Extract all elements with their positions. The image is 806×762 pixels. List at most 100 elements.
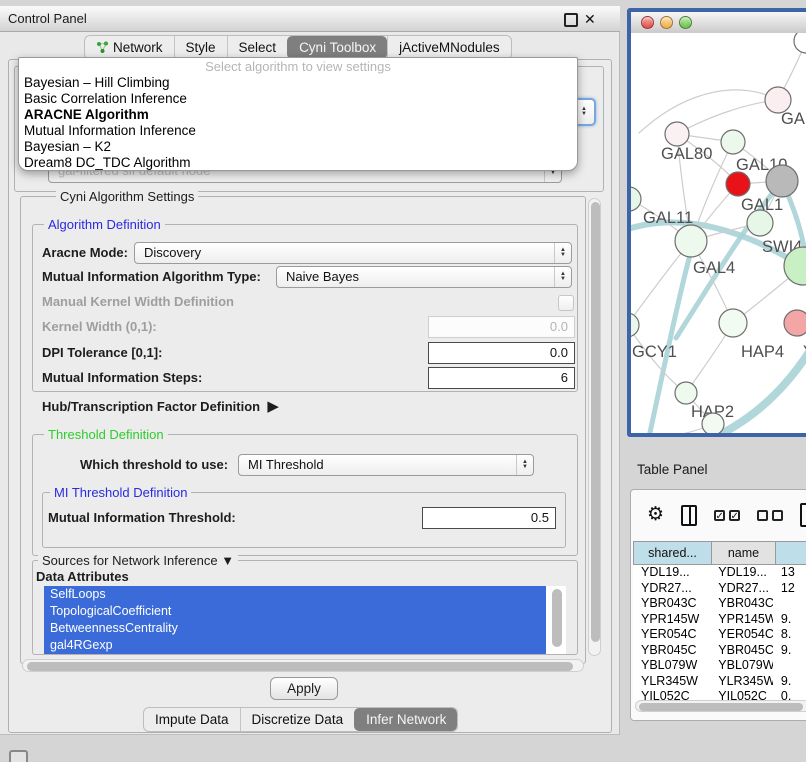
network-node-y[interactable] <box>784 310 806 336</box>
window-title: Control Panel <box>8 6 87 32</box>
tab-discretize-data[interactable]: Discretize Data <box>240 708 355 731</box>
network-node-swi4[interactable] <box>747 210 773 236</box>
tab-label: Impute Data <box>155 709 229 731</box>
mi-type-value: Naive Bayes <box>277 267 359 287</box>
mi-threshold-field[interactable]: 0.5 <box>422 507 556 529</box>
algorithm-option[interactable]: Mutual Information Inference <box>19 123 577 139</box>
network-node-gal4[interactable] <box>675 225 707 257</box>
table-cell: YBL079W <box>710 658 773 674</box>
algorithm-option[interactable]: Bayesian – K2 <box>19 139 577 155</box>
table-cell: YBR043C <box>710 596 773 612</box>
algorithm-option[interactable]: Bayesian – Hill Climbing <box>19 75 577 91</box>
table-row[interactable]: YDL19...YDL19...13 <box>633 565 806 581</box>
arrow-right-icon: ▶ <box>267 398 279 415</box>
attributes-scrollbar[interactable] <box>552 589 562 647</box>
network-node[interactable] <box>702 413 724 435</box>
tab-impute-data[interactable]: Impute Data <box>144 708 240 731</box>
dpi-tolerance-field[interactable]: 0.0 <box>428 342 575 364</box>
aracne-mode-label: Aracne Mode: <box>42 242 128 264</box>
network-edge <box>649 243 693 437</box>
control-panel-titlebar[interactable] <box>0 6 620 32</box>
clear-all-checks-icon[interactable] <box>757 510 783 521</box>
network-node[interactable] <box>794 33 806 53</box>
table-cell: YER054C <box>710 627 773 643</box>
dropdown-prompt: Select algorithm to view settings <box>19 58 577 75</box>
attribute-list-item[interactable]: TopologicalCoefficient <box>44 603 546 620</box>
mi-type-combo[interactable]: Naive Bayes ▲▼ <box>276 266 572 288</box>
minimized-window-icon[interactable] <box>9 750 28 762</box>
hub-definition-toggle[interactable]: Hub/Transcription Factor Definition ▶ <box>42 396 279 418</box>
settings-vscrollbar-track[interactable] <box>588 198 601 656</box>
network-canvas[interactable]: GALGAL80GAL10GAL1SWI4GAL11GAL4GCY1HAP4YH… <box>631 33 806 433</box>
table-cell: 9. <box>773 674 806 690</box>
network-node-gcy1[interactable] <box>631 313 639 337</box>
network-node-hap4[interactable] <box>719 309 747 337</box>
table-row[interactable]: YBR043CYBR043C <box>633 596 806 612</box>
manual-kernel-label: Manual Kernel Width Definition <box>42 291 234 313</box>
node-label: GAL80 <box>661 145 712 163</box>
select-all-checks-icon[interactable]: ✓✓ <box>714 510 740 521</box>
close-traffic-light-icon[interactable] <box>641 16 654 29</box>
table-row[interactable]: YER054CYER054C8. <box>633 627 806 643</box>
gear-icon[interactable]: ⚙ <box>647 504 664 526</box>
table-row[interactable]: YBL079WYBL079W <box>633 658 806 674</box>
tab-style[interactable]: Style <box>174 36 227 59</box>
settings-vscrollbar-thumb[interactable] <box>591 202 600 642</box>
kernel-width-label: Kernel Width (0,1): <box>42 316 157 338</box>
table-cell: YDL19... <box>710 565 773 581</box>
mi-steps-field[interactable]: 6 <box>428 367 575 389</box>
settings-hscrollbar-thumb[interactable] <box>27 662 573 671</box>
close-icon[interactable]: ✕ <box>584 9 596 29</box>
table-row[interactable]: YLR345WYLR345W9. <box>633 674 806 690</box>
network-node-gal10[interactable] <box>721 130 745 154</box>
table-cell: YBR045C <box>633 643 710 659</box>
tab-network[interactable]: Network <box>85 36 174 59</box>
network-edge <box>631 424 713 437</box>
tab-jactivemnodules[interactable]: jActiveMNodules <box>387 36 511 59</box>
algorithm-option[interactable]: Basic Correlation Inference <box>19 91 577 107</box>
columns-icon[interactable] <box>681 505 696 526</box>
kernel-width-field[interactable]: 0.0 <box>428 316 575 338</box>
manual-kernel-checkbox[interactable] <box>558 295 574 311</box>
column-header[interactable]: shared... <box>633 541 712 565</box>
sources-legend[interactable]: Sources for Network Inference ▼ <box>38 553 238 568</box>
which-threshold-combo[interactable]: MI Threshold ▲▼ <box>238 454 534 476</box>
aracne-mode-combo[interactable]: Discovery ▲▼ <box>134 242 572 264</box>
attribute-list-item[interactable]: SelfLoops <box>44 586 546 603</box>
network-window-titlebar[interactable] <box>631 12 806 34</box>
table-cell: YLR345W <box>633 674 710 690</box>
table-row[interactable]: YPR145WYPR145W9. <box>633 612 806 628</box>
column-header[interactable]: name <box>712 541 776 565</box>
table-cell: 12 <box>773 581 806 597</box>
algorithm-option[interactable]: ARACNE Algorithm <box>19 107 577 123</box>
data-attributes-label: Data Attributes <box>36 568 129 586</box>
network-icon <box>96 41 109 54</box>
tab-infer-network[interactable]: Infer Network <box>354 708 457 731</box>
attribute-list-item[interactable]: gal4RGexp <box>44 637 546 654</box>
algorithm-option[interactable]: Dream8 DC_TDC Algorithm <box>19 155 577 171</box>
network-node[interactable] <box>766 165 798 197</box>
network-node-hap2[interactable] <box>675 382 697 404</box>
attribute-list-item[interactable]: BetweennessCentrality <box>44 620 546 637</box>
mi-steps-label: Mutual Information Steps: <box>42 367 202 389</box>
float-window-icon[interactable] <box>564 13 578 27</box>
table-panel-window: ⚙ ✓✓ shared...name YDL19...YDL19...13YDR… <box>630 489 806 721</box>
data-attributes-list: SelfLoopsTopologicalCoefficientBetweenne… <box>44 586 566 654</box>
tab-cyni-toolbox[interactable]: Cyni Toolbox <box>287 36 387 59</box>
column-header[interactable] <box>776 541 806 565</box>
table-hscrollbar-track[interactable] <box>635 700 806 712</box>
table-row[interactable]: YDR27...YDR27...12 <box>633 581 806 597</box>
minimize-traffic-light-icon[interactable] <box>660 16 673 29</box>
network-node-gal80[interactable] <box>665 122 689 146</box>
settings-hscrollbar-track[interactable] <box>22 659 584 672</box>
network-node-gal1[interactable] <box>726 172 750 196</box>
table-row[interactable]: YBR045CYBR045C9. <box>633 643 806 659</box>
zoom-traffic-light-icon[interactable] <box>679 16 692 29</box>
apply-button[interactable]: Apply <box>270 677 338 700</box>
network-view-window[interactable]: GALGAL80GAL10GAL1SWI4GAL11GAL4GCY1HAP4YH… <box>627 8 806 437</box>
table-cell: 8. <box>773 627 806 643</box>
network-node-gal11[interactable] <box>631 187 641 211</box>
file-icon[interactable] <box>800 503 806 527</box>
tab-select[interactable]: Select <box>227 36 288 59</box>
table-hscrollbar-thumb[interactable] <box>639 703 803 711</box>
